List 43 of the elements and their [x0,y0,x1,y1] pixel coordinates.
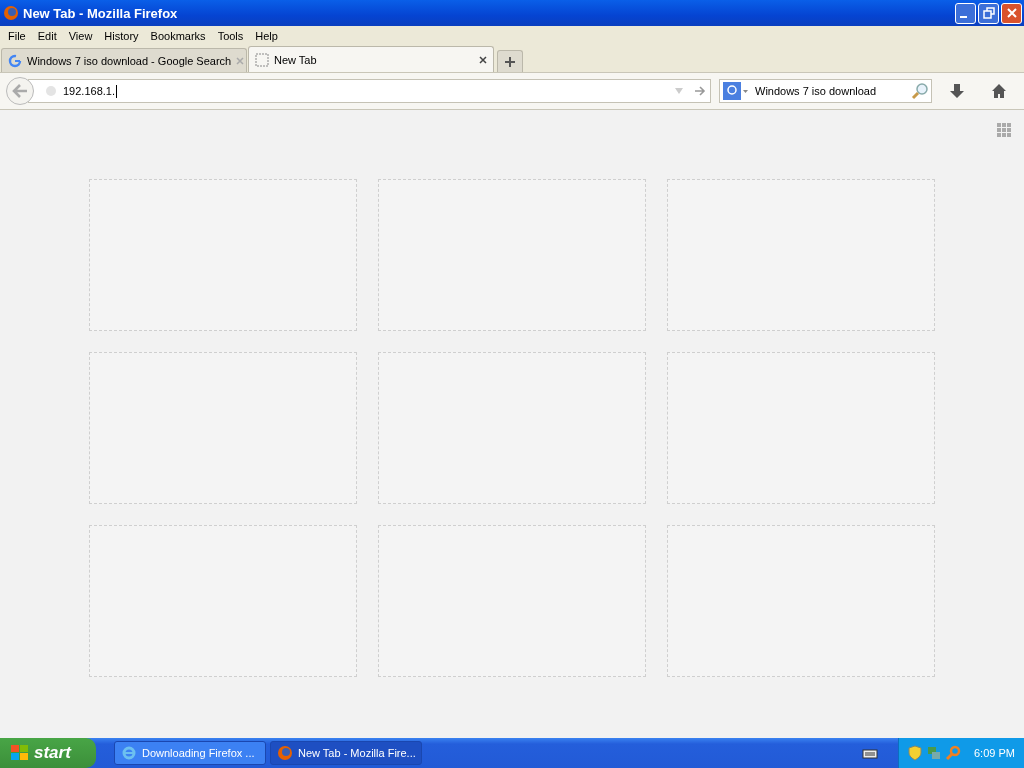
grid-icon[interactable] [997,123,1011,137]
taskbar-button[interactable]: New Tab - Mozilla Fire... [270,741,422,765]
restore-icon [982,7,995,19]
clock: 6:09 PM [974,747,1015,759]
windows-flag-icon [10,744,30,762]
download-icon[interactable] [949,83,965,99]
firefox-icon [277,745,293,761]
close-button[interactable] [1001,2,1022,24]
keyboard-icon[interactable] [862,747,878,759]
back-button[interactable] [6,77,34,105]
menu-item[interactable]: View [62,30,99,42]
menu-item[interactable]: File [2,30,32,42]
minimize-button[interactable] [955,2,976,24]
window-title: New Tab - Mozilla Firefox [23,5,179,21]
menu-item[interactable]: Edit [31,30,63,42]
tab-title: Windows 7 iso download - Google Search [27,54,232,67]
browser-tab[interactable]: Windows 7 iso download - Google Search [1,48,247,72]
tab-title: New Tab [274,53,318,66]
restore-button[interactable] [978,2,999,24]
home-icon[interactable] [991,83,1007,99]
menu-item[interactable]: Bookmarks [144,30,212,42]
menu-item[interactable]: Help [249,30,284,42]
close-icon [1005,7,1018,19]
plus-icon [504,55,516,68]
back-arrow-icon [12,84,28,98]
menu-item[interactable]: Tools [211,30,250,42]
search-field[interactable]: Windows 7 iso download [719,79,932,103]
new-tab-button[interactable] [497,50,523,72]
close-icon[interactable] [479,55,487,64]
shield-icon[interactable] [907,745,923,761]
browser-tab[interactable]: New Tab [248,46,494,72]
search-engine-icon[interactable] [723,82,749,100]
google-icon [8,53,22,68]
taskbar-button[interactable]: Downloading Firefox ... [114,741,266,765]
address-bar[interactable]: 192.168.1. [28,79,711,103]
menu-item[interactable]: History [98,30,145,42]
firefox-icon [3,5,19,21]
browser-e-icon [121,745,137,761]
search-icon[interactable] [911,82,929,100]
minimize-icon [960,16,967,18]
blank-page-icon [255,52,269,67]
go-arrow-icon[interactable] [694,86,706,96]
start-button[interactable]: start [0,738,96,768]
